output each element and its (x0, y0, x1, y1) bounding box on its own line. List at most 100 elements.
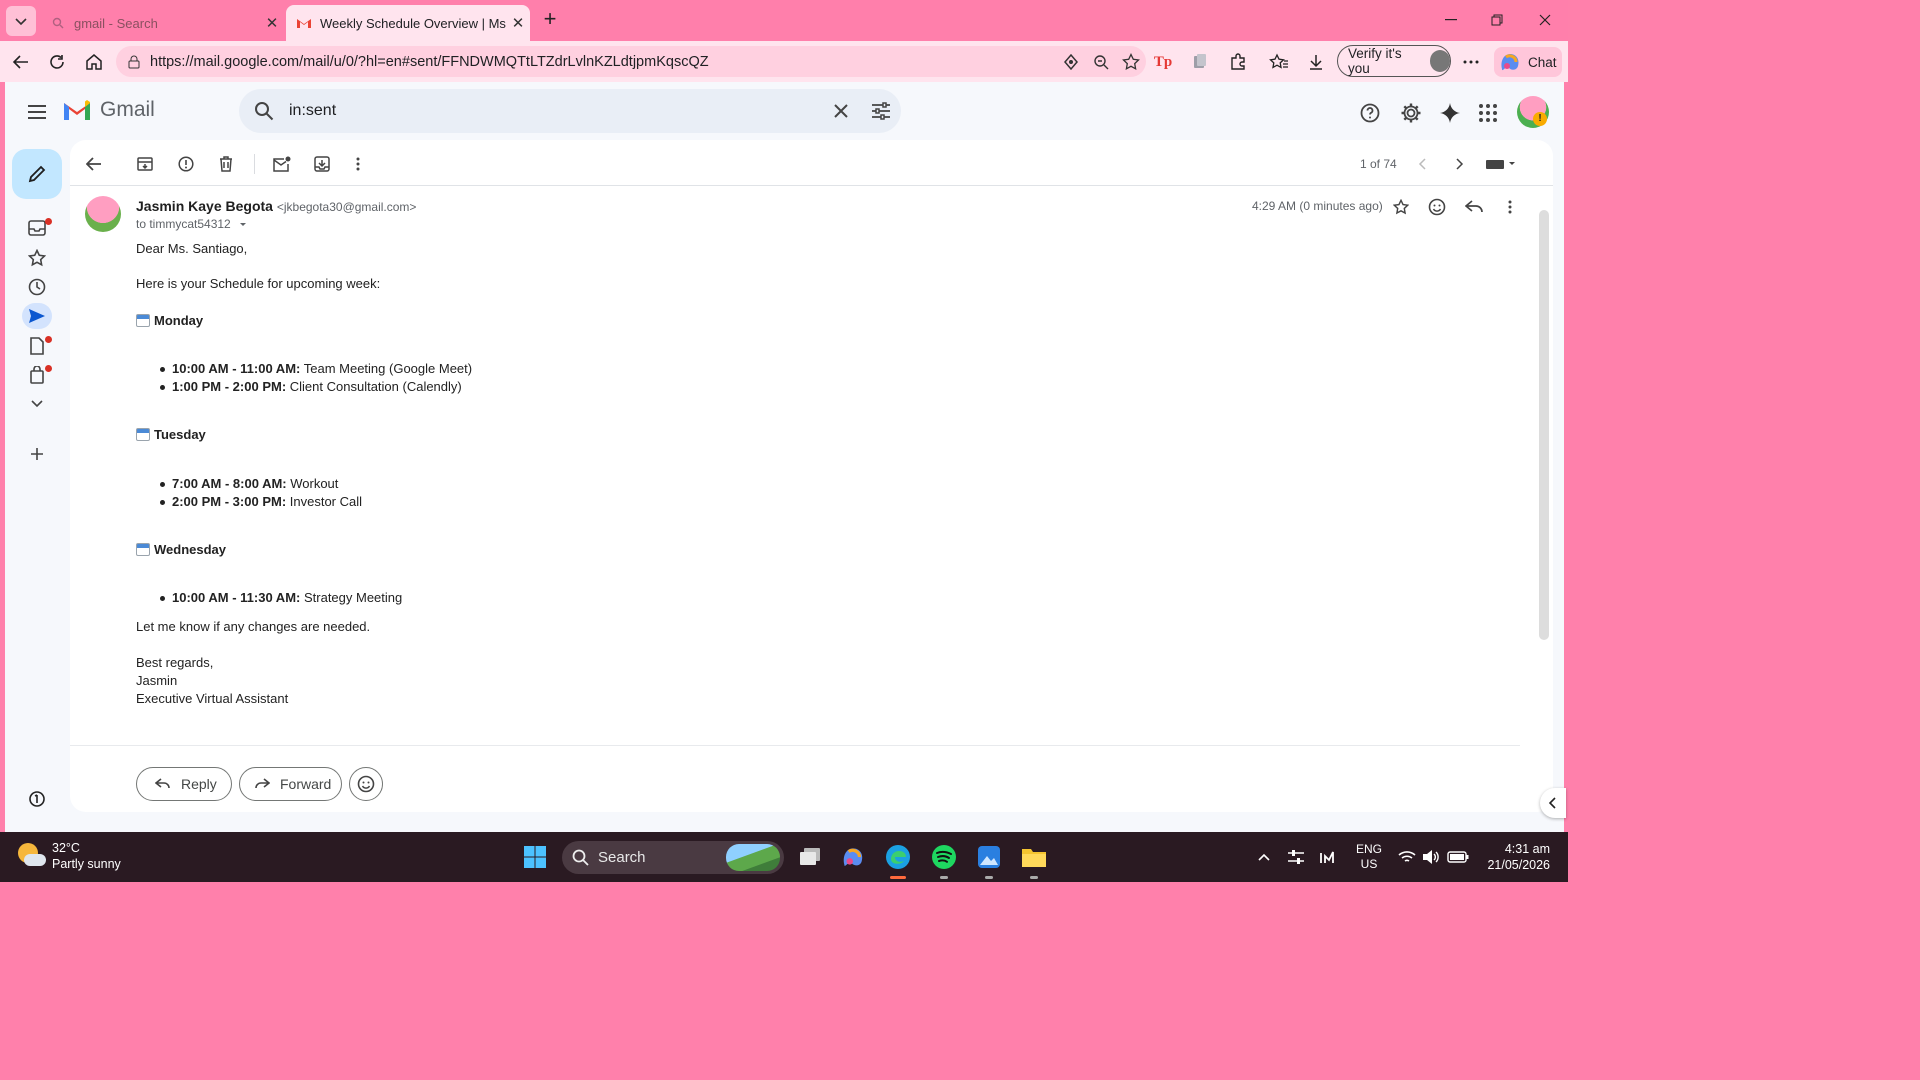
gmail-app: Gmail in:sent ! 1 of 74 Jasmin Kaye Bego… (5, 82, 1564, 832)
sender-email: <jkbegota30@gmail.com> (276, 200, 417, 214)
close-window-button[interactable] (1530, 8, 1560, 32)
sender-avatar[interactable] (85, 196, 121, 232)
tab-gmail-search[interactable]: gmail - Search ✕ (40, 5, 284, 41)
favorites-icon[interactable] (1266, 49, 1292, 75)
apps-grid-icon[interactable] (1472, 97, 1504, 129)
show-hidden-icons-chevron-icon[interactable] (1249, 842, 1279, 872)
more-labels-chevron-icon[interactable] (25, 392, 49, 416)
day-heading-tuesday: Tuesday (136, 427, 206, 442)
compose-button[interactable] (12, 149, 62, 199)
chevron-down-icon (15, 18, 27, 26)
more-actions-icon[interactable] (346, 152, 370, 176)
search-input[interactable]: in:sent (289, 102, 821, 120)
intro-text: Here is your Schedule for upcoming week: (136, 276, 381, 291)
calendar-icon (136, 314, 150, 327)
forward-button[interactable]: Forward (239, 767, 342, 801)
language-indicator[interactable]: ENG US (1352, 842, 1386, 872)
new-tab-button[interactable]: + (538, 8, 562, 32)
list-item: 7:00 AM - 8:00 AM: Workout (159, 476, 338, 491)
extension-tp-icon[interactable]: Tp (1150, 49, 1176, 75)
storage-info-icon[interactable] (25, 787, 49, 811)
site-info-icon[interactable] (120, 55, 148, 69)
tab-list-button[interactable] (6, 6, 36, 36)
star-message-icon[interactable] (1388, 194, 1414, 220)
add-label-plus-icon[interactable] (25, 442, 49, 466)
side-panel-toggle[interactable] (1540, 788, 1566, 818)
main-menu-icon[interactable] (25, 100, 49, 124)
help-icon[interactable] (1354, 97, 1386, 129)
sender-name[interactable]: Jasmin Kaye Begota (136, 198, 273, 214)
calendar-icon (136, 428, 150, 441)
message-more-icon[interactable] (1497, 194, 1523, 220)
delete-trash-icon[interactable] (214, 152, 238, 176)
search-icon[interactable] (239, 101, 289, 121)
snoozed-clock-icon[interactable] (25, 275, 49, 299)
taskbar-search-box[interactable]: Search (562, 841, 784, 874)
volume-icon[interactable] (1416, 842, 1446, 872)
photos-running-indicator (985, 876, 993, 879)
input-tools-keyboard-icon[interactable] (1482, 152, 1522, 176)
mail-search-bar[interactable]: in:sent (239, 89, 901, 133)
tab-weekly-schedule[interactable]: Weekly Schedule Overview | Ms. R ✕ (286, 5, 530, 41)
copilot-taskbar-icon[interactable] (838, 842, 868, 872)
settings-gear-icon[interactable] (1395, 97, 1427, 129)
emoji-reaction-button[interactable] (349, 767, 383, 801)
back-icon[interactable] (8, 49, 34, 75)
back-to-list-icon[interactable] (82, 152, 106, 176)
tray-app-icon[interactable] (1281, 842, 1311, 872)
older-message-chevron-icon[interactable] (1448, 152, 1472, 176)
photos-app-icon[interactable] (974, 842, 1004, 872)
list-item: 1:00 PM - 2:00 PM: Client Consultation (… (160, 379, 462, 394)
more-menu-icon[interactable] (1458, 49, 1484, 75)
archive-icon[interactable] (133, 152, 157, 176)
zoom-icon[interactable] (1086, 54, 1116, 70)
recipient-line[interactable]: to timmycat54312 (136, 217, 248, 231)
list-item: 10:00 AM - 11:30 AM: Strategy Meeting (159, 590, 402, 605)
sent-icon[interactable] (22, 303, 52, 329)
verify-profile-button[interactable]: Verify it's you (1337, 45, 1451, 77)
extensions-puzzle-icon[interactable] (1225, 49, 1251, 75)
move-to-icon[interactable] (310, 152, 334, 176)
close-tab-icon[interactable]: ✕ (260, 14, 284, 32)
report-spam-icon[interactable] (174, 152, 198, 176)
reply-icon[interactable] (1461, 194, 1487, 220)
downloads-icon[interactable] (1303, 49, 1329, 75)
task-view-icon[interactable] (795, 842, 825, 872)
restore-button[interactable] (1482, 8, 1512, 32)
mark-unread-icon[interactable] (270, 152, 294, 176)
minimize-button[interactable] (1436, 8, 1466, 32)
tray-meter-icon[interactable] (1313, 842, 1343, 872)
close-tab-icon[interactable]: ✕ (506, 14, 530, 32)
start-windows-icon[interactable] (520, 842, 550, 872)
reply-button[interactable]: Reply (136, 767, 232, 801)
reload-icon[interactable] (44, 49, 70, 75)
address-bar[interactable]: https://mail.google.com/mail/u/0/?hl=en#… (116, 46, 1146, 77)
starred-icon[interactable] (25, 246, 49, 270)
gemini-sparkle-icon[interactable] (1434, 97, 1466, 129)
pencil-icon (28, 165, 46, 183)
sender-line: Jasmin Kaye Begota <jkbegota30@gmail.com… (136, 198, 416, 214)
tracking-prevention-icon[interactable] (1056, 53, 1086, 70)
copilot-chat-button[interactable]: Chat (1494, 47, 1562, 77)
system-clock[interactable]: 4:31 am 21/05/2026 (1478, 841, 1550, 873)
message-scrollbar[interactable] (1539, 210, 1549, 640)
purchases-unread-dot (45, 365, 52, 372)
reply-label: Reply (181, 776, 217, 792)
edge-browser-icon[interactable] (883, 842, 913, 872)
signature-title: Executive Virtual Assistant (136, 691, 289, 706)
weather-widget[interactable]: 32°C Partly sunny (16, 840, 121, 872)
search-options-icon[interactable] (861, 102, 901, 120)
add-reaction-icon[interactable] (1424, 194, 1450, 220)
gmail-logo[interactable]: Gmail (62, 98, 155, 122)
file-explorer-icon[interactable] (1019, 842, 1049, 872)
home-icon[interactable] (81, 49, 107, 75)
spotify-icon[interactable] (929, 842, 959, 872)
signature-name: Jasmin (136, 673, 178, 688)
favorite-star-icon[interactable] (1116, 52, 1146, 71)
clear-search-icon[interactable] (821, 104, 861, 118)
newer-message-chevron-icon[interactable] (1410, 152, 1434, 176)
battery-icon[interactable] (1443, 842, 1473, 872)
signoff: Best regards, (136, 655, 214, 670)
extension-icon[interactable] (1187, 49, 1213, 75)
recipient-details-chevron-icon[interactable] (238, 220, 248, 228)
